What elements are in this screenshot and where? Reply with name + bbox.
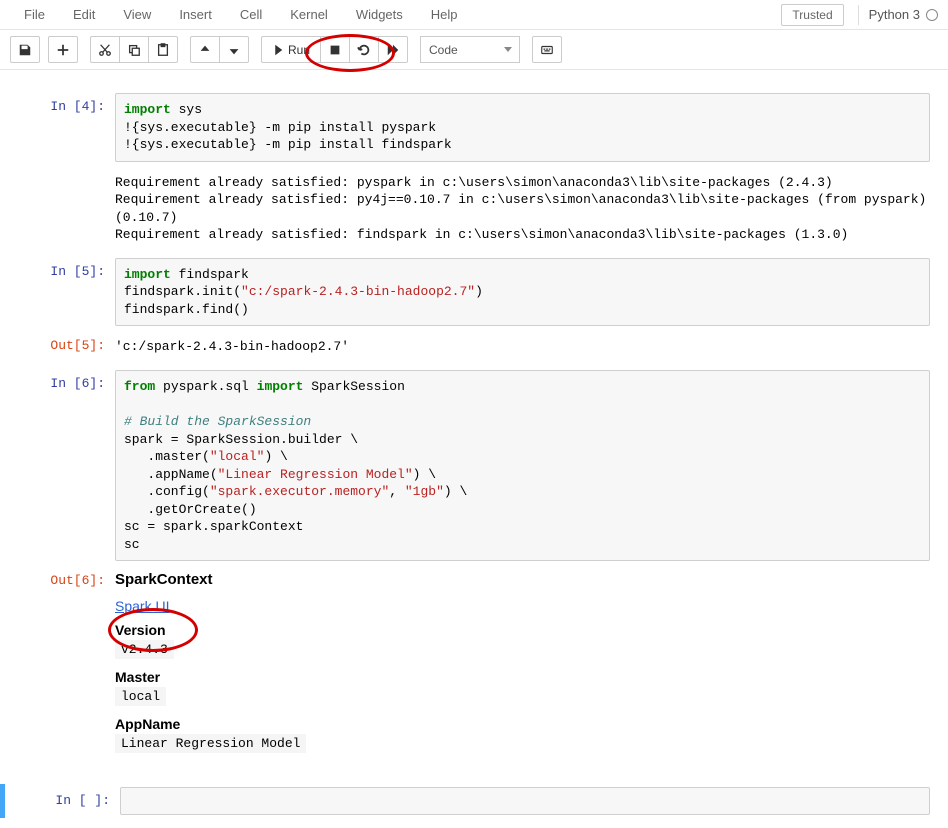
menu-insert[interactable]: Insert [165,3,226,26]
out-prompt: Out[6]: [0,567,115,763]
kernel-name[interactable]: Python 3 [869,7,920,22]
menu-widgets[interactable]: Widgets [342,3,417,26]
code-input[interactable]: from pyspark.sql import SparkSession # B… [115,370,930,561]
menu-file[interactable]: File [10,3,59,26]
menu-kernel[interactable]: Kernel [276,3,342,26]
version-value: v2.4.3 [115,640,174,659]
master-value: local [115,687,166,706]
cell-output-row: Out[6]: SparkContext Spark UI Version v2… [0,564,948,766]
trusted-button[interactable]: Trusted [781,4,843,26]
move-down-button[interactable] [220,36,249,63]
save-button[interactable] [10,36,40,63]
code-cell[interactable]: In [6]: from pyspark.sql import SparkSes… [0,367,948,564]
cell-output: 'c:/spark-2.4.3-bin-hadoop2.7' [115,332,930,364]
spark-ui-link[interactable]: Spark UI [115,598,169,614]
in-prompt: In [ ]: [5,787,120,815]
sparkcontext-output: SparkContext Spark UI Version v2.4.3 Mas… [115,567,930,763]
kernel-status-icon [926,9,938,21]
master-label: Master [115,669,930,685]
move-up-button[interactable] [190,36,220,63]
sparkcontext-title: SparkContext [115,571,930,588]
code-cell[interactable]: In [5]: import findspark findspark.init(… [0,255,948,330]
appname-value: Linear Regression Model [115,734,306,753]
menu-edit[interactable]: Edit [59,3,109,26]
code-cell-selected[interactable]: In [ ]: [0,784,948,818]
in-prompt: In [5]: [0,258,115,327]
run-button[interactable]: Run [261,36,321,63]
cell-output-row: Out[5]: 'c:/spark-2.4.3-bin-hadoop2.7' [0,329,948,367]
code-input[interactable]: import sys !{sys.executable} -m pip inst… [115,93,930,162]
cut-button[interactable] [90,36,120,63]
version-label: Version [115,622,930,638]
in-prompt: In [4]: [0,93,115,162]
cell-output-row: Requirement already satisfied: pyspark i… [0,165,948,255]
menubar: File Edit View Insert Cell Kernel Widget… [0,0,948,30]
restart-button[interactable] [350,36,379,63]
code-cell[interactable]: In [4]: import sys !{sys.executable} -m … [0,90,948,165]
toolbar: Run Code [0,30,948,70]
add-cell-button[interactable] [48,36,78,63]
interrupt-button[interactable] [321,36,350,63]
in-prompt: In [6]: [0,370,115,561]
restart-run-all-button[interactable] [379,36,408,63]
menu-view[interactable]: View [109,3,165,26]
copy-button[interactable] [120,36,149,63]
menu-cell[interactable]: Cell [226,3,276,26]
cell-type-select[interactable]: Code [420,36,520,63]
menu-help[interactable]: Help [417,3,472,26]
code-input[interactable] [120,787,930,815]
command-palette-button[interactable] [532,36,562,63]
code-input[interactable]: import findspark findspark.init("c:/spar… [115,258,930,327]
appname-label: AppName [115,716,930,732]
cell-output: Requirement already satisfied: pyspark i… [115,168,930,252]
out-prompt: Out[5]: [0,332,115,364]
notebook-container: In [4]: import sys !{sys.executable} -m … [0,70,948,828]
paste-button[interactable] [149,36,178,63]
